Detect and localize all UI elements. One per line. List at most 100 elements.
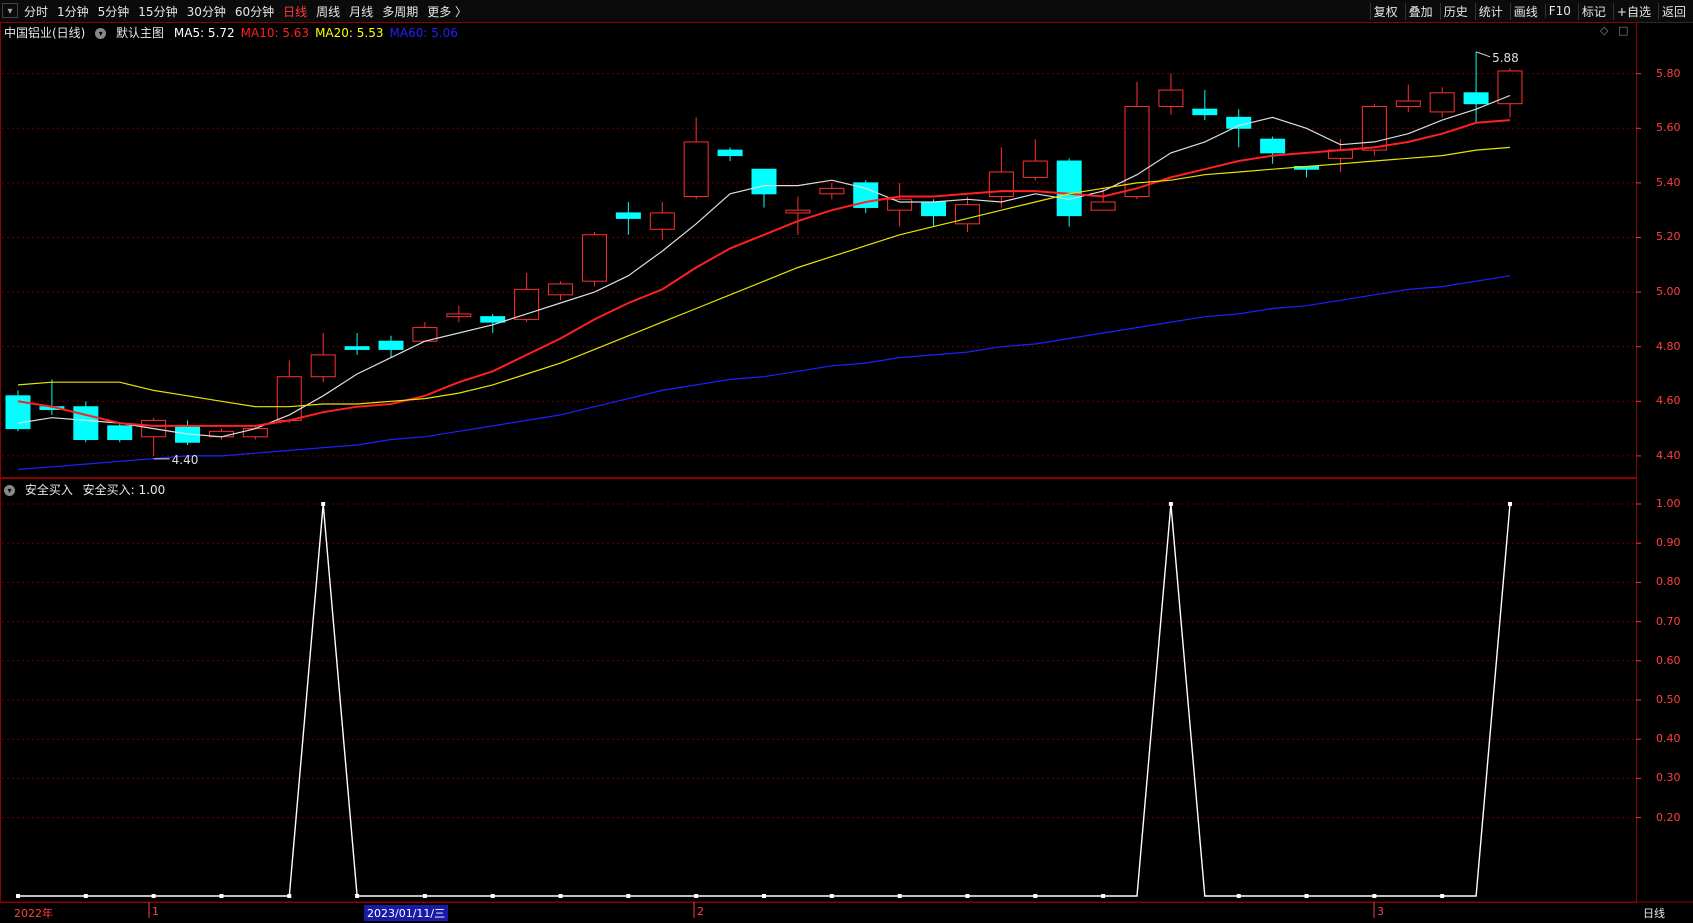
- main-y-label: 4.40: [1656, 448, 1681, 462]
- sub-y-label: 1.00: [1656, 497, 1681, 510]
- candle-body: [378, 340, 404, 350]
- safe-buy-point: [762, 894, 766, 898]
- candle-body: [310, 354, 336, 378]
- safe-buy-point: [829, 894, 834, 898]
- candle-body: [921, 201, 947, 217]
- candle-body: [1429, 92, 1455, 113]
- square-icon[interactable]: □: [1618, 24, 1628, 37]
- safe-buy-point: [355, 894, 360, 898]
- ma-line-MA5: [17, 94, 1511, 438]
- period-badge[interactable]: 日线: [1643, 905, 1665, 921]
- sub-y-label: 0.80: [1656, 575, 1681, 589]
- candle-body: [446, 313, 472, 318]
- safe-buy-point: [1440, 894, 1445, 898]
- candle-body: [107, 425, 133, 441]
- main-panel-header: 中国铝业(日线) ▾ 默认主图 MA5: 5.72 MA10: 5.63 MA20:…: [4, 24, 470, 41]
- candle-body: [344, 346, 370, 350]
- sub-y-label: 0.50: [1656, 693, 1681, 706]
- safe-buy-point: [83, 894, 88, 898]
- candle-body: [988, 171, 1014, 198]
- candle-body: [548, 283, 574, 296]
- safe-buy-point: [1304, 894, 1309, 898]
- candle-body: [819, 187, 845, 195]
- cursor-date: 2023/01/11/三: [364, 905, 449, 921]
- main-y-label: 4.60: [1656, 394, 1681, 408]
- main-y-label: 4.80: [1656, 339, 1681, 353]
- sub-y-label: 0.60: [1656, 653, 1681, 667]
- x-label-month-2: 2: [697, 905, 704, 918]
- candle-body: [785, 209, 811, 214]
- safe-buy-point: [151, 894, 156, 898]
- sub-y-label: 0.40: [1656, 732, 1681, 746]
- safe-buy-point: [626, 894, 631, 898]
- x-label-year: 2022年: [14, 907, 53, 920]
- candle-body: [480, 316, 506, 323]
- x-label-month-1: 1: [152, 905, 159, 918]
- safe-buy-point: [694, 894, 699, 898]
- candle-body: [649, 212, 675, 230]
- safe-buy-point: [558, 894, 563, 898]
- safe-buy-point: [1033, 894, 1038, 898]
- main-y-label: 5.80: [1656, 66, 1681, 80]
- sub-y-label: 0.20: [1656, 810, 1681, 824]
- diamond-icon[interactable]: ◇: [1600, 24, 1608, 37]
- safe-buy-point: [1236, 894, 1241, 898]
- ma-line-MA10: [17, 119, 1511, 427]
- candle-body: [581, 234, 607, 282]
- panel-icons: ◇ □: [1600, 24, 1634, 37]
- main-y-label: 5.00: [1656, 285, 1681, 299]
- candle-body: [73, 406, 99, 441]
- safe-buy-point: [287, 894, 292, 898]
- candle-body: [1463, 92, 1489, 105]
- safe-buy-point: [1101, 894, 1106, 898]
- ma-label-1: MA10: 5.63: [240, 26, 310, 40]
- sub-y-label: 0.30: [1656, 771, 1681, 785]
- safe-buy-point: [321, 502, 326, 506]
- sub-panel-frame: [0, 478, 1637, 903]
- safe-buy-point: [965, 894, 970, 898]
- candle-body: [242, 428, 268, 438]
- candle-body: [887, 198, 913, 211]
- ma-label-2: MA20: 5.53: [315, 26, 384, 40]
- safe-buy-point: [422, 894, 427, 898]
- x-label-month-3: 3: [1377, 905, 1384, 918]
- candle-body: [514, 288, 540, 320]
- main-y-label: 5.20: [1656, 230, 1681, 244]
- candle-body: [1022, 160, 1048, 178]
- high-marker-line: [1475, 51, 1491, 58]
- sub-panel-header: ▾ 安全买入 安全买入: 1.00: [4, 481, 171, 498]
- candle-body: [1158, 89, 1184, 107]
- settings-icon[interactable]: ▾: [95, 28, 107, 39]
- candle-body: [276, 376, 302, 421]
- main-y-label: 5.40: [1656, 175, 1681, 189]
- safe-buy-point: [897, 894, 902, 898]
- safe-buy-point: [16, 894, 20, 898]
- main-panel-frame: [0, 22, 1637, 478]
- sub-indicator-name[interactable]: 安全买入: [25, 483, 73, 497]
- high-label: 5.88: [1492, 51, 1519, 65]
- candle-body: [615, 212, 641, 219]
- candle-body: [683, 141, 709, 198]
- candle-body: [1090, 201, 1116, 211]
- stock-title: 中国铝业(日线): [4, 26, 86, 40]
- ma-line-MA60: [17, 275, 1511, 471]
- candle-body: [5, 395, 31, 430]
- candle-body: [1395, 100, 1421, 107]
- safe-buy-point: [1168, 502, 1173, 506]
- candle-body: [1056, 160, 1082, 217]
- candle-body: [717, 149, 743, 157]
- ma-label-3: MA60: 5.06: [389, 26, 458, 40]
- chart-canvas: 5.88 4.40: [0, 22, 1693, 918]
- candle-body: [1260, 138, 1286, 154]
- sub-y-label: 0.90: [1656, 536, 1681, 550]
- candle-body: [1192, 108, 1218, 116]
- ma-legend: MA5: 5.72 MA10: 5.63 MA20: 5.53 MA60: 5.06: [174, 26, 464, 40]
- main-y-label: 5.60: [1656, 121, 1681, 135]
- safe-buy-point: [1508, 502, 1512, 506]
- sub-indicator-value: 安全买入: 1.00: [82, 483, 166, 497]
- safe-buy-point: [219, 894, 224, 898]
- safe-buy-point: [1372, 894, 1377, 898]
- indicator-name[interactable]: 默认主图: [116, 26, 164, 40]
- settings-icon[interactable]: ▾: [4, 485, 15, 496]
- ma-label-0: MA5: 5.72: [173, 26, 235, 40]
